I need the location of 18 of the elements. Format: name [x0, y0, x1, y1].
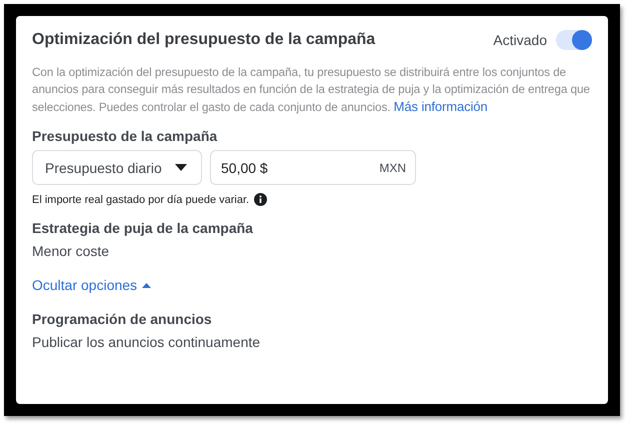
budget-type-dropdown[interactable]: Presupuesto diario	[32, 150, 202, 185]
description-text: Con la optimización del presupuesto de la campaña, tu presupuesto se distribuirá entre los conjuntos de anuncios para conseguir más resultados en función de la estrategia de puja y la optimización de entrega que selecciones. Puedes controlar el gasto de cada conjunto de anuncios. Más información	[32, 64, 591, 116]
toggle-switch[interactable]	[556, 30, 592, 50]
ad-schedule-value: Publicar los anuncios continuamente	[32, 334, 262, 350]
budget-note: El importe real gastado por día puede variar.	[32, 194, 250, 206]
bid-strategy-label: Estrategia de puja de la campaña	[32, 220, 254, 236]
bid-strategy-value: Menor coste	[32, 243, 110, 259]
caret-icon	[142, 282, 152, 288]
more-info-link[interactable]: Más información	[394, 99, 488, 114]
hide-options-link[interactable]: Ocultar opciones	[32, 277, 152, 293]
info-icon[interactable]	[254, 193, 268, 206]
ad-schedule-label: Programación de anuncios	[32, 311, 213, 327]
budget-label: Presupuesto de la campaña	[32, 128, 218, 144]
budget-amount-field[interactable]: 50,00 $ MXN	[210, 150, 416, 185]
currency-label: MXN	[379, 160, 406, 174]
caret-icon	[175, 164, 187, 171]
section-title: Optimización del presupuesto de la campaña	[32, 31, 376, 49]
toggle-label: Activado	[493, 32, 547, 48]
